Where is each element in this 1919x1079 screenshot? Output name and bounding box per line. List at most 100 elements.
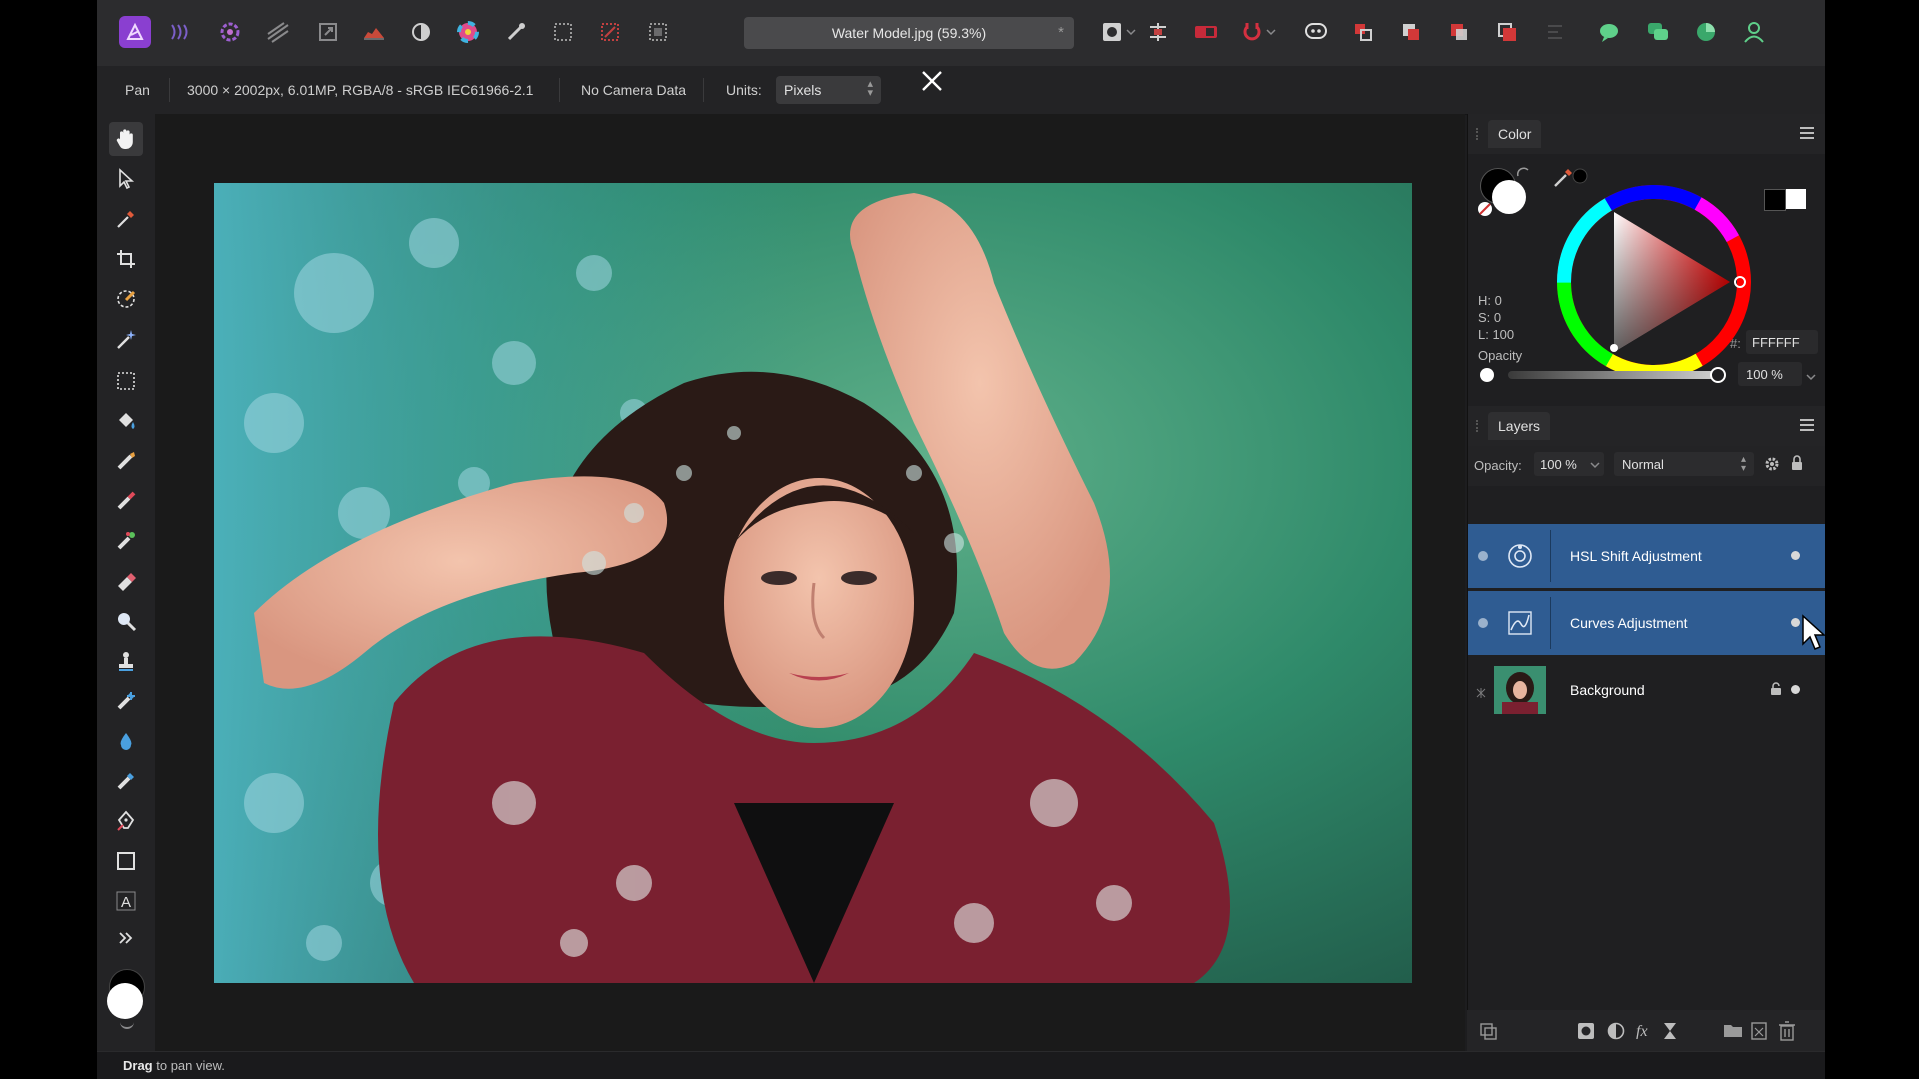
snapping-icon[interactable] (1143, 17, 1173, 47)
messages-icon[interactable] (1643, 17, 1673, 47)
hourglass-icon[interactable] (1663, 1022, 1677, 1045)
layer-visibility-dot[interactable] (1791, 618, 1800, 627)
pixel-brush-icon[interactable] (109, 484, 143, 518)
app-window: Water Model.jpg (59.3%) * Pan 3000 × 200… (97, 0, 1825, 1079)
mask-layer-icon[interactable] (1577, 1022, 1595, 1045)
rectangle-icon[interactable] (109, 844, 143, 878)
healing-brush-icon[interactable] (109, 684, 143, 718)
invert-selection-icon[interactable] (643, 17, 673, 47)
blend-mode-select[interactable]: Normal ▴ ▾ (1614, 452, 1754, 476)
magic-wand-icon[interactable] (109, 322, 143, 356)
units-select[interactable]: Pixels ▴ ▾ (776, 76, 881, 104)
flood-fill-icon[interactable] (109, 404, 143, 438)
photo-persona-icon[interactable] (119, 16, 151, 48)
text-icon[interactable]: A (109, 884, 143, 918)
layer-copy-icon[interactable] (1479, 1022, 1497, 1045)
document-title[interactable]: Water Model.jpg (59.3%) * (744, 17, 1074, 49)
swap-colors-icon[interactable] (1516, 166, 1530, 185)
force-pixel-alignment-icon[interactable] (1191, 17, 1221, 47)
arrange-forward-icon[interactable] (1444, 17, 1474, 47)
panel-grip-icon[interactable] (1476, 420, 1482, 432)
user-account-icon[interactable] (1739, 17, 1769, 47)
histogram-icon[interactable] (359, 17, 389, 47)
arrange-front-icon[interactable] (1492, 17, 1522, 47)
secondary-color-swatch[interactable] (1492, 180, 1526, 214)
live-filter-icon[interactable]: fx (1635, 1021, 1653, 1044)
layer-row-background[interactable]: Background (1468, 658, 1825, 722)
panel-grip-icon[interactable] (1476, 128, 1482, 140)
layer-visibility-dot[interactable] (1791, 551, 1800, 560)
marquee-icon[interactable] (109, 364, 143, 398)
quick-mask-dropdown-icon[interactable] (1123, 17, 1139, 47)
folder-icon[interactable] (1723, 1022, 1743, 1043)
color-swatches[interactable] (107, 969, 147, 1029)
move-icon[interactable] (109, 162, 143, 196)
layer-opacity-input[interactable]: 100 % (1534, 452, 1604, 476)
develop-persona-icon[interactable] (215, 17, 245, 47)
tab-color[interactable]: Color (1488, 120, 1542, 148)
layer-name: Curves Adjustment (1570, 615, 1688, 631)
layer-row-hsl-shift[interactable]: HSL Shift Adjustment (1468, 524, 1825, 588)
layer-row-curves[interactable]: Curves Adjustment (1468, 591, 1825, 655)
opacity-input[interactable]: 100 % (1738, 362, 1802, 386)
no-color-icon[interactable] (1478, 202, 1492, 216)
paint-brush-icon[interactable] (109, 444, 143, 478)
document-image[interactable] (214, 183, 1412, 983)
color-wheel[interactable] (1554, 182, 1754, 387)
color-picker-persona-icon[interactable] (1691, 17, 1721, 47)
arrange-backward-icon[interactable] (1396, 17, 1426, 47)
crop-icon[interactable] (109, 242, 143, 276)
close-icon[interactable] (917, 66, 947, 96)
auto-levels-icon[interactable] (406, 17, 436, 47)
layers-options-bar: Opacity: 100 % Normal ▴ ▾ (1468, 446, 1825, 486)
panel-menu-icon[interactable] (1800, 419, 1814, 434)
export-persona-icon[interactable] (313, 17, 343, 47)
canvas-area[interactable] (155, 114, 1465, 1051)
secondary-color-swatch[interactable] (107, 983, 143, 1019)
adjustment-layer-icon[interactable] (1607, 1022, 1625, 1045)
background-thumbnail (1494, 666, 1546, 714)
blur-icon[interactable] (109, 724, 143, 758)
mixer-brush-icon[interactable] (109, 524, 143, 558)
deselect-icon[interactable] (595, 17, 625, 47)
image-info: 3000 × 2002px, 6.01MP, RGBA/8 - sRGB IEC… (187, 82, 534, 98)
tab-layers[interactable]: Layers (1488, 412, 1551, 440)
layer-visibility-dot[interactable] (1791, 685, 1800, 694)
stroke-color-swatch[interactable] (1764, 189, 1786, 211)
swap-colors-icon[interactable] (120, 1021, 134, 1029)
select-all-icon[interactable] (548, 17, 578, 47)
assistant-icon[interactable] (1301, 17, 1331, 47)
lock-icon[interactable] (1770, 682, 1782, 701)
auto-white-balance-icon[interactable] (501, 17, 531, 47)
tone-mapping-persona-icon[interactable] (263, 17, 293, 47)
snapping-dropdown-icon[interactable] (1263, 17, 1279, 47)
opacity-slider-handle[interactable] (1710, 367, 1726, 383)
clone-stamp-icon[interactable] (109, 644, 143, 678)
dodge-icon[interactable] (109, 604, 143, 638)
pen-icon[interactable] (109, 804, 143, 838)
lock-icon[interactable] (1790, 455, 1804, 476)
inpainting-icon[interactable] (109, 764, 143, 798)
opacity-dropdown-icon[interactable] (1806, 368, 1816, 386)
opacity-swatch (1480, 368, 1494, 382)
layer-expand-icon[interactable] (1476, 685, 1486, 698)
opacity-slider[interactable] (1508, 367, 1726, 383)
selection-brush-icon[interactable] (109, 282, 143, 316)
new-pixel-layer-icon[interactable] (1751, 1022, 1767, 1045)
auto-color-icon[interactable] (453, 17, 483, 47)
color-picker-icon[interactable] (109, 202, 143, 236)
gear-icon[interactable] (1764, 456, 1780, 477)
erase-brush-icon[interactable] (109, 564, 143, 598)
panel-menu-icon[interactable] (1800, 127, 1814, 142)
layer-visibility-icon[interactable] (1478, 618, 1488, 628)
trash-icon[interactable] (1779, 1021, 1795, 1046)
hex-input[interactable]: FFFFFF (1746, 330, 1818, 354)
hand-icon[interactable] (109, 122, 143, 156)
align-icon[interactable] (1540, 17, 1570, 47)
layer-visibility-icon[interactable] (1478, 551, 1488, 561)
arrange-back-icon[interactable] (1348, 17, 1378, 47)
fill-color-swatch[interactable] (1786, 189, 1806, 209)
expand-icon[interactable] (109, 926, 143, 950)
personas-chat-icon[interactable] (1595, 17, 1625, 47)
liquify-persona-icon[interactable] (167, 17, 197, 47)
